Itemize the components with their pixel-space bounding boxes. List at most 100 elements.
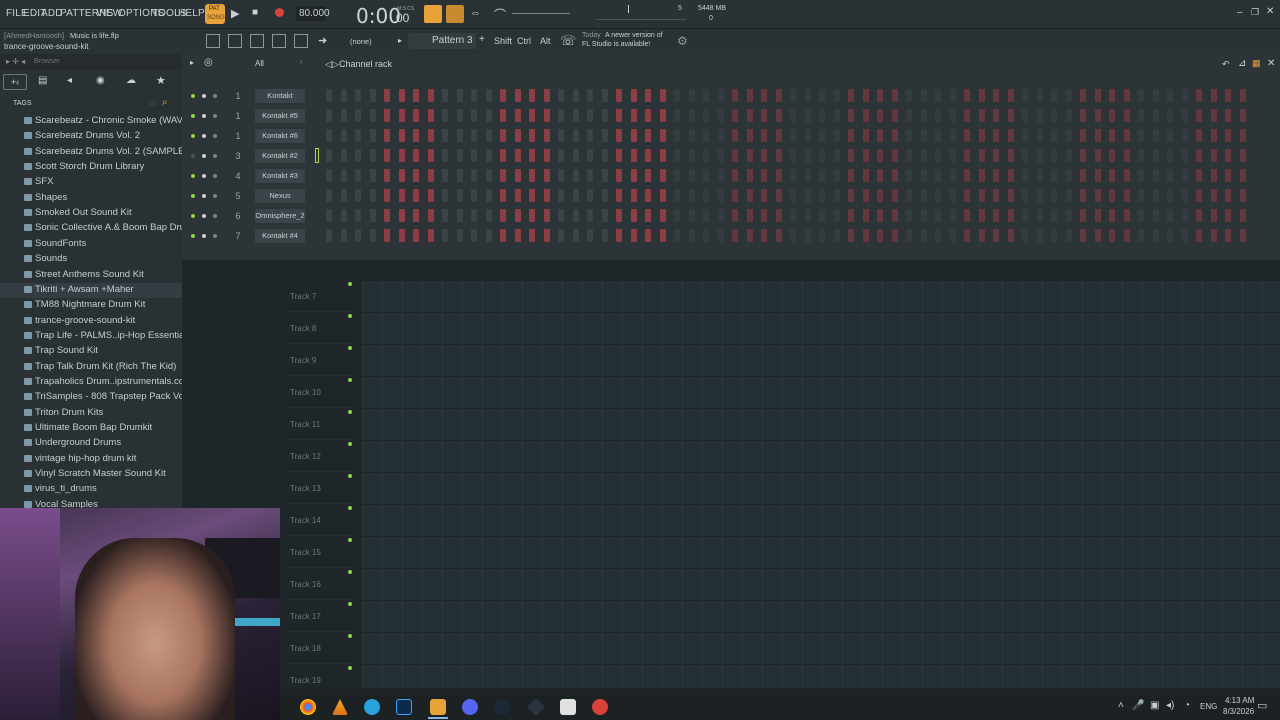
step-button[interactable] xyxy=(471,129,477,142)
step-button[interactable] xyxy=(572,169,579,182)
step-button[interactable] xyxy=(355,109,361,122)
step-button[interactable] xyxy=(384,129,390,142)
step-button[interactable] xyxy=(833,209,840,222)
news-line-2[interactable]: FL Studio is available! xyxy=(582,41,650,48)
step-button[interactable] xyxy=(1094,229,1101,242)
step-button[interactable] xyxy=(529,129,535,142)
step-button[interactable] xyxy=(1138,109,1144,122)
step-button[interactable] xyxy=(746,169,753,182)
pat-song-toggle[interactable]: PAT SONG xyxy=(205,4,225,24)
step-button[interactable] xyxy=(746,209,753,222)
step-button[interactable] xyxy=(529,89,535,102)
app-diamond-icon[interactable] xyxy=(526,697,546,717)
step-button[interactable] xyxy=(790,169,796,182)
step-button[interactable] xyxy=(790,89,796,102)
minimize-icon[interactable]: – xyxy=(1237,7,1243,18)
step-button[interactable] xyxy=(1138,189,1144,202)
step-button[interactable] xyxy=(906,89,912,102)
step-button[interactable] xyxy=(935,89,941,102)
browser-plugins-tab-icon[interactable]: ◂ xyxy=(67,75,72,86)
channel-name-button[interactable]: Omnisphere_2 xyxy=(255,209,305,223)
channel-led-icon[interactable] xyxy=(191,114,195,118)
step-button[interactable] xyxy=(529,169,535,182)
step-button[interactable] xyxy=(1123,189,1130,202)
step-button[interactable] xyxy=(993,149,999,162)
channel-led-icon[interactable] xyxy=(191,174,195,178)
step-button[interactable] xyxy=(1210,229,1217,242)
step-button[interactable] xyxy=(369,169,376,182)
channel-name-button[interactable]: Nexus xyxy=(255,189,305,203)
tray-chevron-icon[interactable]: ˄ xyxy=(1118,700,1124,711)
step-button[interactable] xyxy=(935,169,941,182)
step-button[interactable] xyxy=(1210,89,1217,102)
step-button[interactable] xyxy=(746,89,753,102)
step-button[interactable] xyxy=(384,169,390,182)
channel-solo-icon[interactable] xyxy=(213,194,217,198)
step-button[interactable] xyxy=(1152,189,1159,202)
step-button[interactable] xyxy=(500,129,506,142)
channel-filter[interactable]: All › xyxy=(252,58,302,72)
step-button[interactable] xyxy=(1138,209,1144,222)
step-button[interactable] xyxy=(964,209,970,222)
step-button[interactable] xyxy=(1167,189,1173,202)
channel-led-icon[interactable] xyxy=(191,214,195,218)
step-button[interactable] xyxy=(993,89,999,102)
step-button[interactable] xyxy=(1065,109,1072,122)
step-button[interactable] xyxy=(456,89,463,102)
step-button[interactable] xyxy=(848,89,854,102)
pattern-prev-icon[interactable]: ▸ xyxy=(398,36,402,45)
fl-studio-icon[interactable] xyxy=(430,699,446,715)
track-led-icon[interactable] xyxy=(348,634,352,638)
step-button[interactable] xyxy=(587,129,593,142)
track-header[interactable]: Track 12 xyxy=(286,440,356,472)
browser-folder-item[interactable]: Trapaholics Drum..ipstrumentals.com) xyxy=(0,375,182,390)
step-button[interactable] xyxy=(1123,149,1130,162)
step-button[interactable] xyxy=(1080,169,1086,182)
step-button[interactable] xyxy=(1225,229,1231,242)
step-button[interactable] xyxy=(746,189,753,202)
step-button[interactable] xyxy=(833,129,840,142)
step-button[interactable] xyxy=(833,89,840,102)
browser-folder-item[interactable]: Street Anthems Sound Kit xyxy=(0,268,182,283)
step-button[interactable] xyxy=(1239,149,1246,162)
step-button[interactable] xyxy=(543,129,550,142)
channel-mute-icon[interactable] xyxy=(202,194,206,198)
step-button[interactable] xyxy=(1022,169,1028,182)
step-button[interactable] xyxy=(413,209,419,222)
step-button[interactable] xyxy=(500,189,506,202)
step-button[interactable] xyxy=(1225,109,1231,122)
step-button[interactable] xyxy=(993,109,999,122)
browser-folder-item[interactable]: TM88 Nightmare Drum Kit xyxy=(0,298,182,313)
step-button[interactable] xyxy=(340,209,347,222)
step-button[interactable] xyxy=(906,189,912,202)
network-icon[interactable]: ▣ xyxy=(1150,700,1159,711)
channel-mixer-track[interactable]: 5 xyxy=(229,189,247,203)
step-button[interactable] xyxy=(427,149,434,162)
step-button[interactable] xyxy=(427,169,434,182)
step-button[interactable] xyxy=(500,209,506,222)
step-button[interactable] xyxy=(601,229,608,242)
channel-mute-icon[interactable] xyxy=(202,234,206,238)
channel-name-button[interactable]: Kontakt xyxy=(255,89,305,103)
step-button[interactable] xyxy=(659,109,666,122)
track-led-icon[interactable] xyxy=(348,346,352,350)
track-header[interactable]: Track 15 xyxy=(286,536,356,568)
channel-led-icon[interactable] xyxy=(191,194,195,198)
step-button[interactable] xyxy=(659,149,666,162)
step-button[interactable] xyxy=(1051,169,1057,182)
step-button[interactable] xyxy=(717,169,724,182)
step-button[interactable] xyxy=(326,229,332,242)
track-header[interactable]: Track 7 xyxy=(286,280,356,312)
step-button[interactable] xyxy=(1123,89,1130,102)
step-button[interactable] xyxy=(630,149,637,162)
step-button[interactable] xyxy=(862,129,869,142)
step-button[interactable] xyxy=(703,189,709,202)
step-button[interactable] xyxy=(877,189,883,202)
step-button[interactable] xyxy=(993,169,999,182)
step-button[interactable] xyxy=(688,209,695,222)
step-button[interactable] xyxy=(862,169,869,182)
step-button[interactable] xyxy=(1109,109,1115,122)
step-button[interactable] xyxy=(790,229,796,242)
step-button[interactable] xyxy=(485,189,492,202)
browser-folder-item[interactable]: virus_ti_drums xyxy=(0,482,182,497)
